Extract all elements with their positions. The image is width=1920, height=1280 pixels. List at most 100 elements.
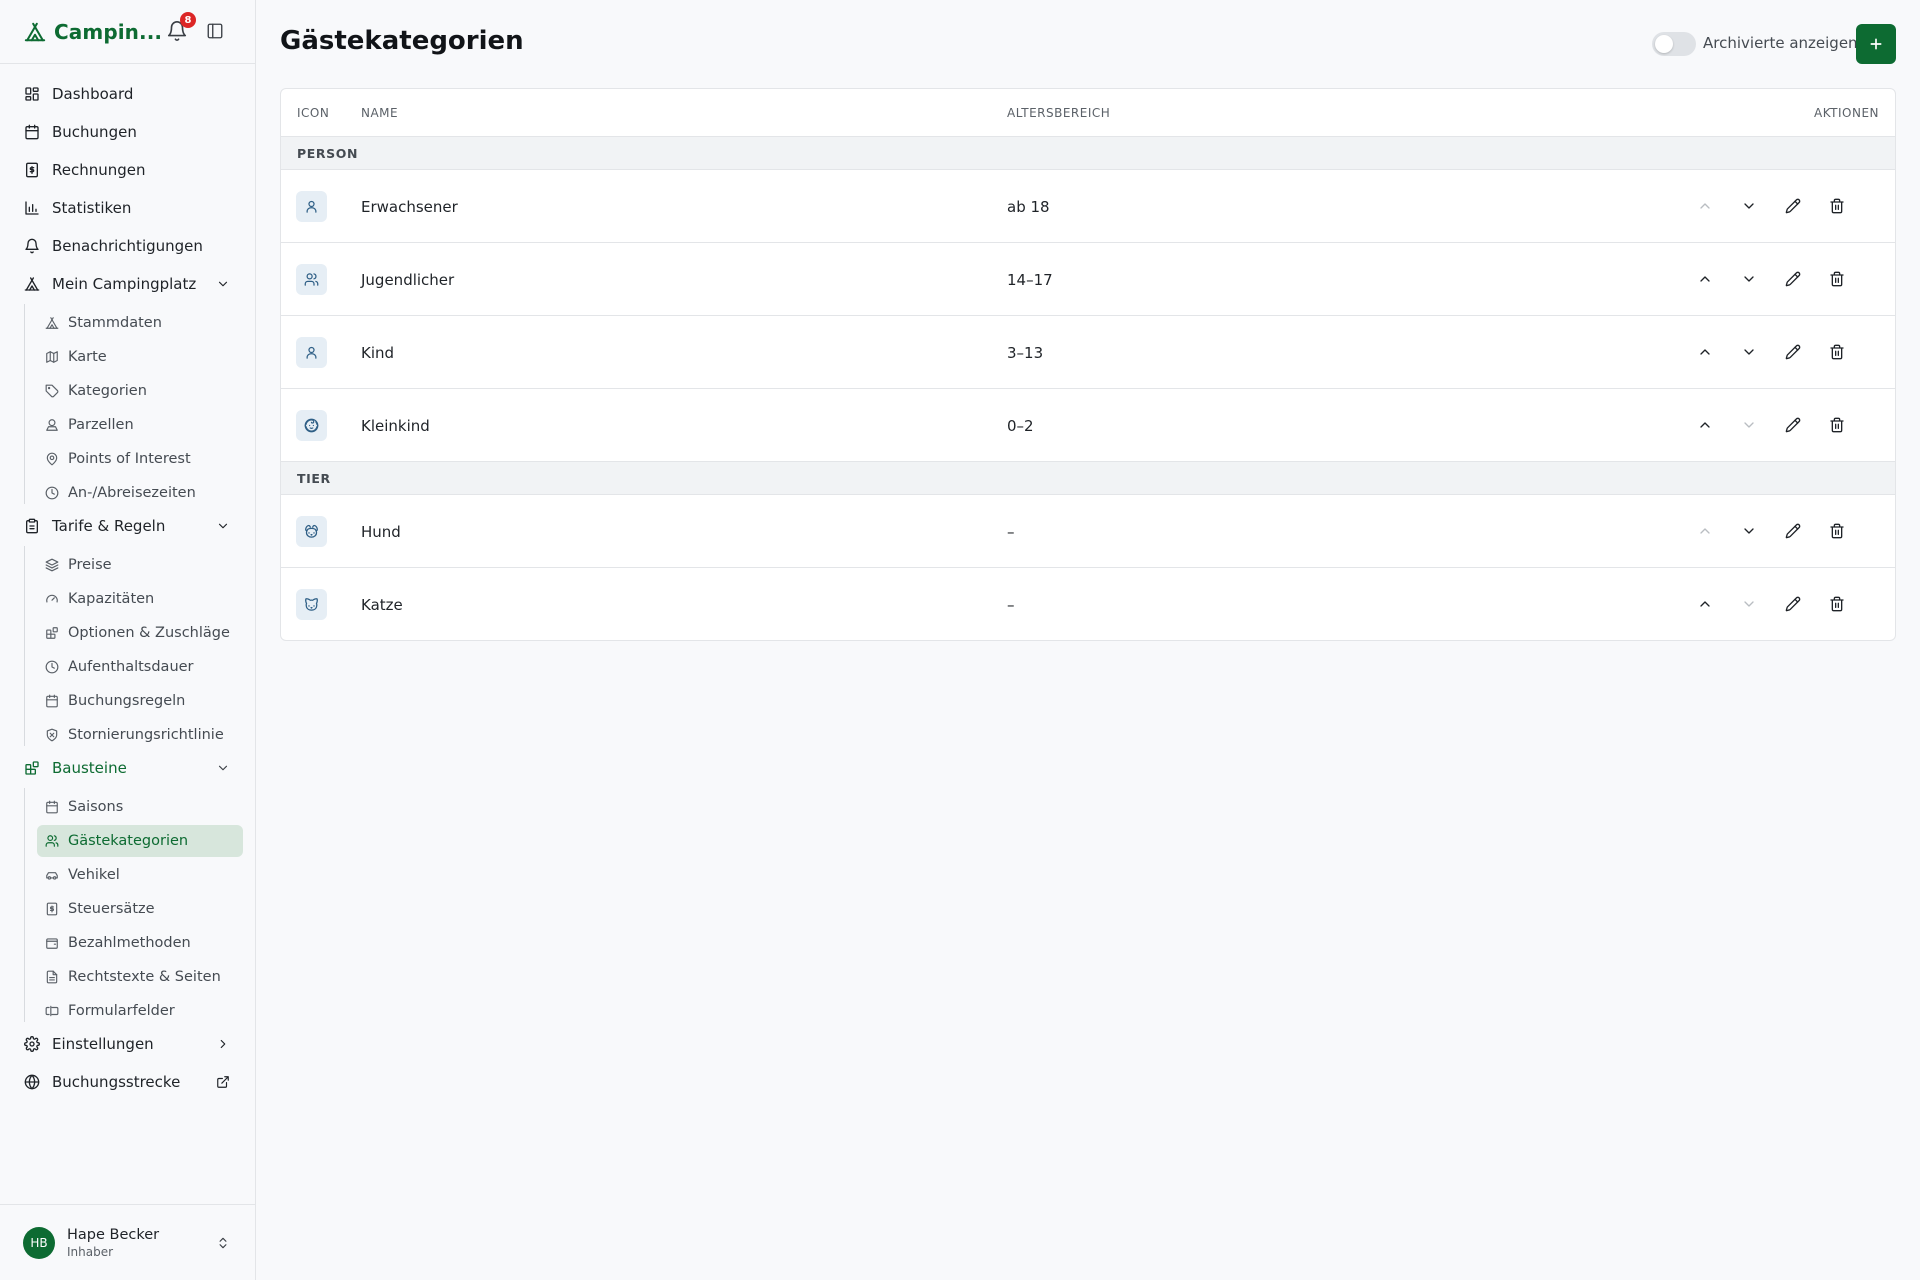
blocks-icon — [25, 761, 39, 775]
nav-label: Einstellungen — [52, 1035, 154, 1053]
header-icon: ICON — [297, 106, 330, 120]
sub-kategorien[interactable]: Kategorien — [37, 375, 243, 407]
nav-buchungsstrecke[interactable]: Buchungsstrecke — [12, 1066, 244, 1098]
tent-icon — [24, 277, 40, 291]
gauge-icon — [46, 594, 58, 603]
page-title: Gästekategorien — [280, 26, 524, 56]
chevron-down-icon — [1744, 601, 1754, 607]
sub-an-abreisezeiten[interactable]: An-/Abreisezeiten — [37, 477, 243, 509]
edit-button[interactable] — [1784, 416, 1802, 434]
sub-preise[interactable]: Preise — [37, 549, 243, 581]
move-up-button[interactable] — [1696, 522, 1714, 540]
nav-benachrichtigungen[interactable]: Benachrichtigungen — [12, 230, 244, 262]
trash-icon — [1830, 596, 1844, 612]
move-up-button[interactable] — [1696, 197, 1714, 215]
delete-button[interactable] — [1828, 522, 1846, 540]
table-row: Hund – — [281, 495, 1895, 568]
move-down-button[interactable] — [1740, 416, 1758, 434]
nav-buchungen[interactable]: Buchungen — [12, 116, 244, 148]
sub-karte[interactable]: Karte — [37, 341, 243, 373]
baby-icon — [304, 418, 319, 433]
move-up-button[interactable] — [1696, 416, 1714, 434]
add-button[interactable] — [1856, 24, 1896, 64]
nav-einstellungen[interactable]: Einstellungen — [12, 1028, 244, 1060]
pencil-icon — [1785, 417, 1801, 433]
user-menu[interactable]: HB Hape Becker Inhaber — [0, 1204, 256, 1280]
archived-toggle[interactable] — [1652, 32, 1696, 56]
move-up-button[interactable] — [1696, 343, 1714, 361]
calendar-icon — [25, 124, 39, 140]
sub-vehikel[interactable]: Vehikel — [37, 859, 243, 891]
move-down-button[interactable] — [1740, 197, 1758, 215]
sub-label: Preise — [68, 557, 112, 573]
sub-formularfelder[interactable]: Formularfelder — [37, 995, 243, 1027]
sub-steuersaetze[interactable]: Steuersätze — [37, 893, 243, 925]
category-icon — [296, 410, 327, 441]
sidebar: Campin... 8 Dashboard Buchungen Rechnung… — [0, 0, 256, 1280]
nav-rechnungen[interactable]: Rechnungen — [12, 154, 244, 186]
sub-buchungsregeln[interactable]: Buchungsregeln — [37, 685, 243, 717]
delete-button[interactable] — [1828, 416, 1846, 434]
sub-label: Kategorien — [68, 383, 147, 399]
sub-rechtstexte[interactable]: Rechtstexte & Seiten — [37, 961, 243, 993]
nav-dashboard[interactable]: Dashboard — [12, 78, 244, 110]
move-up-button[interactable] — [1696, 270, 1714, 288]
archived-toggle-label[interactable]: Archivierte anzeigen — [1703, 34, 1858, 52]
edit-button[interactable] — [1784, 595, 1802, 613]
nav-tarife-regeln[interactable]: Tarife & Regeln — [12, 510, 244, 542]
delete-button[interactable] — [1828, 197, 1846, 215]
header-name: NAME — [361, 106, 399, 120]
user-info: Hape Becker Inhaber — [67, 1227, 159, 1259]
sub-label: Formularfelder — [68, 1003, 175, 1019]
move-up-button[interactable] — [1696, 595, 1714, 613]
sub-gaestekategorien[interactable]: Gästekategorien — [37, 825, 243, 857]
group-row: PERSON — [281, 137, 1895, 170]
pencil-icon — [1785, 271, 1801, 287]
chevron-down-icon — [218, 523, 228, 529]
pencil-icon — [1785, 596, 1801, 612]
trash-icon — [1830, 344, 1844, 360]
chevron-down-icon — [218, 281, 228, 287]
move-down-button[interactable] — [1740, 522, 1758, 540]
sub-kapazitaeten[interactable]: Kapazitäten — [37, 583, 243, 615]
nav-label: Buchungen — [52, 123, 137, 141]
delete-button[interactable] — [1828, 270, 1846, 288]
sidebar-toggle-icon[interactable] — [206, 22, 224, 40]
sub-label: Stammdaten — [68, 315, 162, 331]
move-down-button[interactable] — [1740, 595, 1758, 613]
nav-statistiken[interactable]: Statistiken — [12, 192, 244, 224]
edit-button[interactable] — [1784, 197, 1802, 215]
sub-stammdaten[interactable]: Stammdaten — [37, 307, 243, 339]
person-icon — [306, 200, 317, 213]
sub-parzellen[interactable]: Parzellen — [37, 409, 243, 441]
brand[interactable]: Campin... — [24, 20, 162, 44]
sub-aufenthaltsdauer[interactable]: Aufenthaltsdauer — [37, 651, 243, 683]
sub-stornierungsrichtlinie[interactable]: Stornierungsrichtlinie — [37, 719, 243, 751]
sub-optionen-zuschlaege[interactable]: Optionen & Zuschläge — [37, 617, 243, 649]
map-icon — [46, 351, 58, 363]
edit-button[interactable] — [1784, 270, 1802, 288]
move-down-button[interactable] — [1740, 343, 1758, 361]
sub-bezahlmethoden[interactable]: Bezahlmethoden — [37, 927, 243, 959]
delete-button[interactable] — [1828, 343, 1846, 361]
blocks-icon — [46, 627, 58, 639]
nav-mein-campingplatz[interactable]: Mein Campingplatz — [12, 268, 244, 300]
receipt-icon — [46, 902, 58, 916]
delete-button[interactable] — [1828, 595, 1846, 613]
chart-icon — [25, 201, 39, 215]
sub-points-of-interest[interactable]: Points of Interest — [37, 443, 243, 475]
edit-button[interactable] — [1784, 522, 1802, 540]
nav-bausteine[interactable]: Bausteine — [12, 752, 244, 784]
category-name: Katze — [361, 596, 403, 614]
table-row: Erwachsener ab 18 — [281, 170, 1895, 243]
category-icon — [296, 337, 327, 368]
category-age-range: ab 18 — [1007, 198, 1050, 216]
table-row: Kind 3–13 — [281, 316, 1895, 389]
dog-icon — [305, 524, 318, 538]
sub-saisons[interactable]: Saisons — [37, 791, 243, 823]
chevron-up-icon — [1700, 601, 1710, 607]
table-row: Jugendlicher 14–17 — [281, 243, 1895, 316]
move-down-button[interactable] — [1740, 270, 1758, 288]
pencil-icon — [1785, 198, 1801, 214]
edit-button[interactable] — [1784, 343, 1802, 361]
